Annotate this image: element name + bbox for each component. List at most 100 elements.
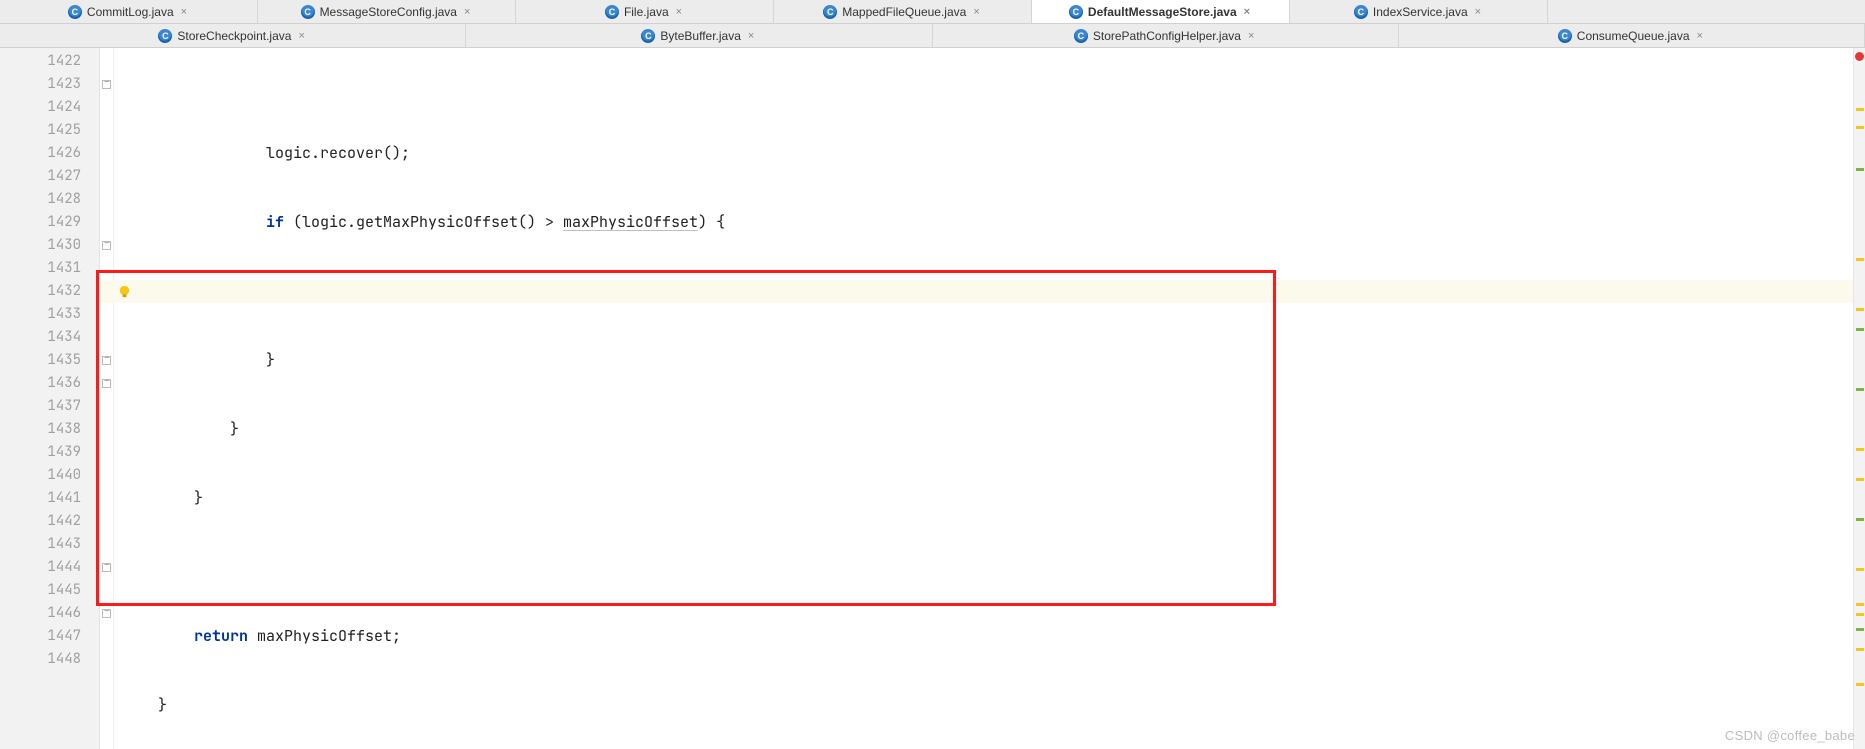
tab-storepathconfighelper[interactable]: C StorePathConfigHelper.java ×	[933, 24, 1399, 47]
code-line: }	[122, 418, 1865, 441]
line-number: 1439	[0, 441, 81, 464]
tab-consumequeue[interactable]: C ConsumeQueue.java ×	[1399, 24, 1865, 47]
change-mark[interactable]	[1856, 518, 1864, 521]
java-class-icon: C	[823, 5, 837, 19]
code-editor[interactable]: logic.recover(); if (logic.getMaxPhysicO…	[100, 48, 1865, 749]
line-number: 1424	[0, 96, 81, 119]
tab-file[interactable]: C File.java ×	[516, 0, 774, 23]
tab-label: IndexService.java	[1373, 5, 1468, 19]
close-icon[interactable]: ×	[179, 6, 189, 18]
close-icon[interactable]: ×	[1246, 30, 1256, 42]
line-number: 1422	[0, 50, 81, 73]
java-class-icon: C	[158, 29, 172, 43]
line-number: 1423	[0, 73, 81, 96]
error-indicator-icon[interactable]	[1855, 52, 1864, 61]
warning-mark[interactable]	[1856, 603, 1864, 606]
tab-label: File.java	[624, 5, 669, 19]
change-mark[interactable]	[1856, 388, 1864, 391]
java-class-icon: C	[641, 29, 655, 43]
line-number: 1447	[0, 625, 81, 648]
warning-mark[interactable]	[1856, 478, 1864, 481]
code-line: }	[122, 694, 1865, 717]
code-line: if (logic.getMaxPhysicOffset() > maxPhys…	[122, 211, 1865, 234]
tab-messagestoreconfig[interactable]: C MessageStoreConfig.java ×	[258, 0, 516, 23]
close-icon[interactable]: ×	[1695, 30, 1705, 42]
java-class-icon: C	[301, 5, 315, 19]
line-number: 1434	[0, 326, 81, 349]
line-number: 1430	[0, 234, 81, 257]
close-icon[interactable]: ×	[674, 6, 684, 18]
close-icon[interactable]: ×	[1473, 6, 1483, 18]
tab-label: StoreCheckpoint.java	[177, 29, 291, 43]
warning-mark[interactable]	[1856, 448, 1864, 451]
warning-mark[interactable]	[1856, 308, 1864, 311]
java-class-icon: C	[1558, 29, 1572, 43]
error-stripe[interactable]	[1853, 48, 1865, 749]
line-number: 1436	[0, 372, 81, 395]
line-number: 1432	[0, 280, 81, 303]
line-number: 1427	[0, 165, 81, 188]
warning-mark[interactable]	[1856, 613, 1864, 616]
line-number: 1426	[0, 142, 81, 165]
editor-tabs-row-2: C StoreCheckpoint.java × C ByteBuffer.ja…	[0, 24, 1865, 48]
warning-mark[interactable]	[1856, 683, 1864, 686]
change-mark[interactable]	[1856, 628, 1864, 631]
line-number: 1425	[0, 119, 81, 142]
tab-commitlog[interactable]: C CommitLog.java ×	[0, 0, 258, 23]
close-icon[interactable]: ×	[462, 6, 472, 18]
line-number: 1431	[0, 257, 81, 280]
editor-tabs-row-1: C CommitLog.java × C MessageStoreConfig.…	[0, 0, 1865, 24]
tab-indexservice[interactable]: C IndexService.java ×	[1290, 0, 1548, 23]
tab-label: DefaultMessageStore.java	[1088, 5, 1237, 19]
warning-mark[interactable]	[1856, 258, 1864, 261]
line-number: 1444	[0, 556, 81, 579]
line-number: 1443	[0, 533, 81, 556]
change-mark[interactable]	[1856, 328, 1864, 331]
line-number: 1433	[0, 303, 81, 326]
line-number: 1435	[0, 349, 81, 372]
tab-defaultmessagestore[interactable]: C DefaultMessageStore.java ×	[1032, 0, 1290, 23]
java-class-icon: C	[1074, 29, 1088, 43]
close-icon[interactable]: ×	[746, 30, 756, 42]
tab-bytebuffer[interactable]: C ByteBuffer.java ×	[466, 24, 932, 47]
line-number: 1448	[0, 648, 81, 671]
tab-label: CommitLog.java	[87, 5, 174, 19]
warning-mark[interactable]	[1856, 126, 1864, 129]
java-class-icon: C	[1354, 5, 1368, 19]
tab-label: MessageStoreConfig.java	[320, 5, 457, 19]
editor-area: 1422142314241425142614271428142914301431…	[0, 48, 1865, 749]
line-number: 1445	[0, 579, 81, 602]
line-number: 1446	[0, 602, 81, 625]
tab-label: ConsumeQueue.java	[1577, 29, 1690, 43]
java-class-icon: C	[1069, 5, 1083, 19]
line-number: 1441	[0, 487, 81, 510]
current-line-highlight	[100, 280, 1865, 303]
code-line: logic.recover();	[122, 142, 1865, 165]
tab-storecheckpoint[interactable]: C StoreCheckpoint.java ×	[0, 24, 466, 47]
close-icon[interactable]: ×	[296, 30, 306, 42]
java-class-icon: C	[605, 5, 619, 19]
tab-label: StorePathConfigHelper.java	[1093, 29, 1241, 43]
tab-mappedfilequeue[interactable]: C MappedFileQueue.java ×	[774, 0, 1032, 23]
tab-label: ByteBuffer.java	[660, 29, 741, 43]
line-number: 1429	[0, 211, 81, 234]
line-number: 1440	[0, 464, 81, 487]
line-number: 1437	[0, 395, 81, 418]
warning-mark[interactable]	[1856, 108, 1864, 111]
code-line	[122, 556, 1865, 579]
line-number: 1438	[0, 418, 81, 441]
tab-label: MappedFileQueue.java	[842, 5, 966, 19]
warning-mark[interactable]	[1856, 568, 1864, 571]
line-number: 1442	[0, 510, 81, 533]
intention-bulb-icon[interactable]	[117, 284, 132, 299]
code-line: }	[122, 487, 1865, 510]
line-number-gutter: 1422142314241425142614271428142914301431…	[0, 48, 100, 749]
close-icon[interactable]: ×	[971, 6, 981, 18]
close-icon[interactable]: ×	[1242, 6, 1252, 18]
change-mark[interactable]	[1856, 168, 1864, 171]
java-class-icon: C	[68, 5, 82, 19]
warning-mark[interactable]	[1856, 648, 1864, 651]
line-number: 1428	[0, 188, 81, 211]
code-line: return maxPhysicOffset;	[122, 625, 1865, 648]
code-line: }	[122, 349, 1865, 372]
